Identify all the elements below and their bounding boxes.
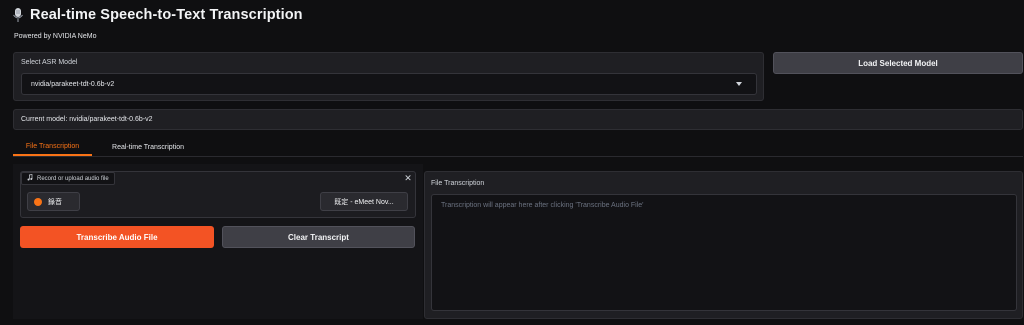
transcription-output-textarea[interactable]: Transcription will appear here after cli… (431, 194, 1017, 311)
audio-input-label: Record or upload audio file (21, 172, 115, 185)
record-dot-icon (34, 197, 42, 206)
powered-by-text: Powered by NVIDIA NeMo (14, 33, 97, 40)
close-icon[interactable]: ✕ (403, 172, 413, 184)
microphone-icon (12, 7, 24, 23)
record-button[interactable]: 錄音 (27, 192, 80, 211)
tab-file-transcription[interactable]: File Transcription (13, 139, 92, 156)
model-dropdown[interactable]: nvidia/parakeet-tdt-0.6b-v2 (21, 73, 757, 95)
transcribe-audio-button[interactable]: Transcribe Audio File (20, 226, 214, 248)
microphone-device-select[interactable]: 既定 - eMeet Nov... (320, 192, 408, 211)
tab-realtime-transcription[interactable]: Real-time Transcription (99, 139, 197, 156)
clear-transcript-button[interactable]: Clear Transcript (222, 226, 415, 248)
model-select-label: Select ASR Model (21, 59, 78, 66)
model-dropdown-value: nvidia/parakeet-tdt-0.6b-v2 (31, 80, 115, 88)
music-note-icon (27, 174, 33, 183)
page-title: Real-time Speech-to-Text Transcription (30, 7, 303, 23)
current-model-status: Current model: nvidia/parakeet-tdt-0.6b-… (13, 109, 1023, 130)
chevron-down-icon (736, 82, 742, 86)
tab-bar: File Transcription Real-time Transcripti… (13, 139, 1023, 157)
load-model-button[interactable]: Load Selected Model (773, 52, 1023, 74)
transcription-output-label: File Transcription (431, 180, 485, 187)
page-header: Real-time Speech-to-Text Transcription (12, 5, 303, 25)
